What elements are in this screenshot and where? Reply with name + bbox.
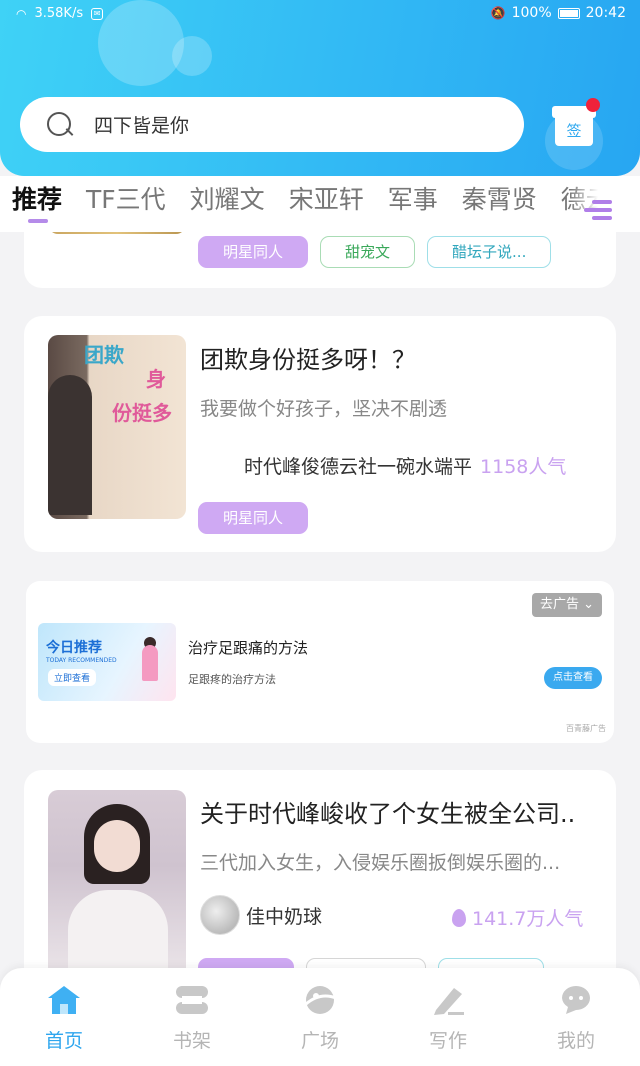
- tag-row-partial: [198, 958, 544, 968]
- pen-icon: [434, 988, 464, 1015]
- book-card[interactable]: 团欺 身 份挺多 团欺身份挺多呀！？ 我要做个好孩子，坚决不剧透 时代峰俊德云社…: [24, 316, 616, 552]
- battery-icon: [557, 7, 580, 19]
- author-name: 时代峰俊德云社一碗水端平: [244, 456, 473, 478]
- tab-qin-xiaoxian[interactable]: 秦霄贤: [462, 182, 537, 218]
- ad-banner-button: 立即查看: [48, 669, 97, 686]
- ad-source: 百青藤广告: [566, 724, 606, 733]
- avatar: [200, 895, 240, 935]
- flame-icon: [452, 908, 466, 927]
- search-icon: [46, 111, 74, 139]
- tag[interactable]: [306, 958, 426, 968]
- network-speed: 3.58K/s: [34, 6, 84, 21]
- nav-write[interactable]: 写作: [384, 968, 512, 1066]
- home-icon: [48, 986, 80, 1014]
- ad-card[interactable]: 去广告 ⌄ 今日推荐 TODAY RECOMMENDED 立即查看 治疗足跟痛的…: [26, 581, 614, 743]
- book-title: 团欺身份挺多呀！？: [200, 346, 416, 374]
- ad-cta-button[interactable]: 点击查看: [544, 667, 602, 689]
- cover-figure-body: [68, 890, 168, 968]
- tag[interactable]: 明星同人: [198, 502, 309, 534]
- wifi-icon: ◠: [16, 6, 27, 21]
- nav-label: 首页: [44, 1030, 83, 1052]
- bookshelf-icon: [176, 986, 208, 1014]
- category-tabs: 推荐 TF三代 刘耀文 宋亚轩 军事 秦霄贤 德云: [0, 176, 640, 232]
- cover-figure-face: [94, 820, 140, 872]
- cover-text: 身: [146, 367, 166, 391]
- checkin-label: 签: [555, 116, 593, 146]
- nav-home[interactable]: 首页: [0, 968, 128, 1066]
- menu-icon: [592, 200, 612, 204]
- menu-icon-line: [584, 208, 612, 212]
- book-description: 三代加入女生，入侵娱乐圈扳倒娱乐圈的...: [200, 852, 561, 874]
- decor-bubble: [172, 36, 212, 76]
- checkin-button[interactable]: 签: [552, 98, 600, 148]
- battery-percent: 100%: [511, 5, 552, 21]
- book-cover: [48, 790, 186, 968]
- tag[interactable]: 甜宠文: [320, 236, 416, 268]
- cover-text: 团欺: [84, 343, 124, 367]
- ad-banner-title: 今日推荐: [46, 640, 102, 656]
- remove-ad-button[interactable]: 去广告 ⌄: [531, 593, 602, 617]
- search-placeholder: 四下皆是你: [94, 115, 190, 137]
- nav-label: 书架: [172, 1030, 211, 1052]
- ad-title: 治疗足跟痛的方法: [188, 639, 309, 657]
- book-card[interactable]: 关于时代峰峻收了个女生被全公司.. 三代加入女生，入侵娱乐圈扳倒娱乐圈的... …: [24, 770, 616, 968]
- ad-banner-image: 今日推荐 TODAY RECOMMENDED 立即查看: [38, 623, 176, 701]
- tag[interactable]: [438, 958, 544, 968]
- tab-menu-button[interactable]: [570, 176, 640, 232]
- popularity-count: 141.7万人气: [472, 908, 584, 930]
- tab-recommend[interactable]: 推荐: [12, 182, 62, 218]
- nav-label: 我的: [556, 1030, 595, 1052]
- nav-bookshelf[interactable]: 书架: [128, 968, 256, 1066]
- nav-label: 写作: [428, 1030, 467, 1052]
- ad-subtitle: 足跟疼的治疗方法: [188, 673, 276, 686]
- planet-icon: [305, 986, 337, 1014]
- search-bar[interactable]: 四下皆是你: [20, 97, 524, 152]
- ad-banner-subtitle: TODAY RECOMMENDED: [46, 657, 117, 664]
- tab-tf3[interactable]: TF三代: [86, 182, 166, 218]
- tab-song-yaxuan[interactable]: 宋亚轩: [289, 182, 364, 218]
- book-card[interactable]: 明星同人 甜宠文 醋坛子说...: [24, 232, 616, 288]
- cover-text: 份挺多: [112, 401, 172, 425]
- cover-figure: [48, 375, 92, 515]
- book-cover: [48, 232, 186, 234]
- message-icon: ✉: [91, 7, 104, 20]
- clock: 20:42: [585, 5, 626, 21]
- tab-military[interactable]: 军事: [388, 182, 438, 218]
- tab-liu-yaowen[interactable]: 刘耀文: [190, 182, 265, 218]
- nav-profile[interactable]: 我的: [512, 968, 640, 1066]
- popularity-count: 1158人气: [480, 456, 567, 478]
- nav-label: 广场: [300, 1030, 339, 1052]
- active-tab-indicator: [28, 219, 48, 223]
- bottom-nav: 首页 书架 广场 写作 我的: [0, 968, 640, 1066]
- nav-square[interactable]: 广场: [256, 968, 384, 1066]
- tag[interactable]: [198, 958, 294, 968]
- ad-figure: [142, 645, 158, 681]
- book-title: 关于时代峰峻收了个女生被全公司..: [200, 800, 576, 828]
- tag[interactable]: 明星同人: [198, 236, 309, 268]
- author-name: 佳中奶球: [246, 905, 323, 928]
- book-description: 我要做个好孩子，坚决不剧透: [200, 398, 448, 420]
- mute-icon: 🔕: [490, 6, 506, 20]
- profile-icon: [562, 986, 590, 1014]
- status-bar: ◠ 3.58K/s ✉ 🔕 100% 20:42: [0, 0, 640, 30]
- book-cover: 团欺 身 份挺多: [48, 335, 186, 519]
- remove-ad-label: 去广告: [539, 597, 579, 612]
- book-feed: 明星同人 甜宠文 醋坛子说... 团欺 身 份挺多 团欺身份挺多呀！？ 我要做个…: [0, 232, 640, 968]
- header: ◠ 3.58K/s ✉ 🔕 100% 20:42 四下皆是你 签: [0, 0, 640, 176]
- tag[interactable]: 醋坛子说...: [427, 236, 552, 268]
- menu-icon-line: [592, 216, 612, 220]
- notification-dot: [586, 98, 600, 112]
- chevron-down-icon: ⌄: [583, 597, 594, 612]
